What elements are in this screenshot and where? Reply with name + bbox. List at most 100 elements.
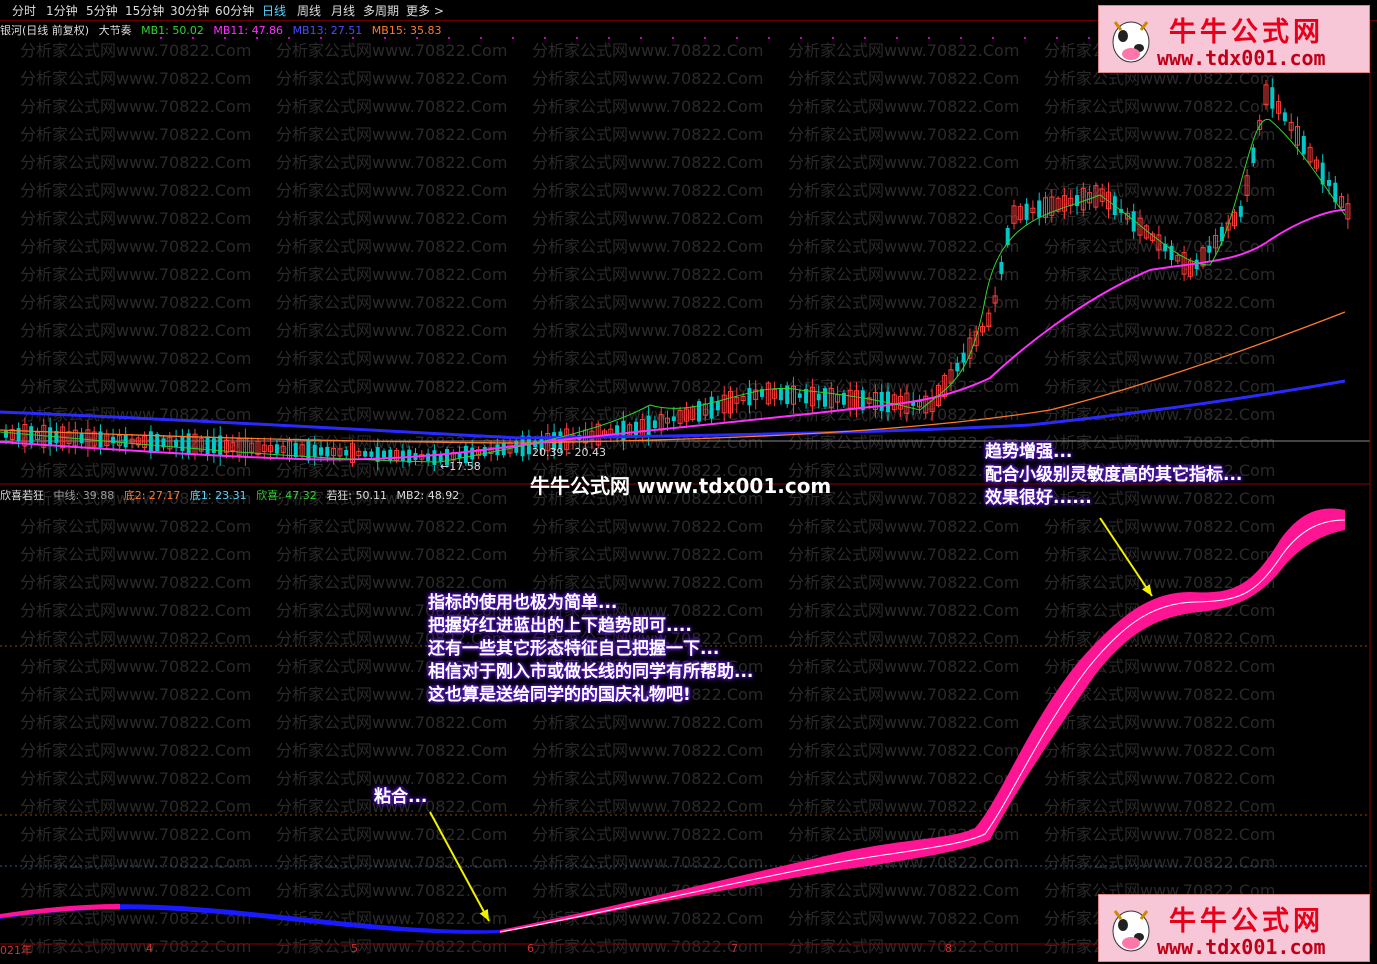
watermark-text: 分析家公式网www.70822.Com: [20, 657, 251, 676]
legend-di2: 底2: 27.17: [123, 489, 181, 502]
watermark-text: 分析家公式网www.70822.Com: [20, 181, 251, 200]
period-tab-60min[interactable]: 60分钟: [215, 2, 254, 19]
candle-down: [1238, 206, 1243, 217]
watermark-text: 分析家公式网www.70822.Com: [788, 153, 1019, 172]
watermark-text: 分析家公式网www.70822.Com: [788, 573, 1019, 592]
watermark-text: 分析家公式网www.70822.Com: [788, 237, 1019, 256]
legend-mb15: MB15: 35.83: [371, 24, 442, 37]
annotation-line: 把握好红进蓝出的上下趋势即可....: [428, 616, 692, 636]
watermark-text: 分析家公式网www.70822.Com: [20, 97, 251, 116]
marker-dot: [1056, 37, 1058, 39]
watermark-text: 分析家公式网www.70822.Com: [20, 769, 251, 788]
marker-dot: [512, 37, 514, 39]
legend-mb11: MB11: 47.86: [213, 24, 284, 37]
x-axis-label: 8: [945, 942, 952, 955]
watermark-text: 分析家公式网www.70822.Com: [20, 321, 251, 340]
watermark-text: 分析家公式网www.70822.Com: [20, 237, 251, 256]
watermark-text: 分析家公式网www.70822.Com: [532, 237, 763, 256]
candle-down: [432, 450, 437, 465]
candle-down: [325, 446, 330, 457]
watermark-text: 分析家公式网www.70822.Com: [788, 125, 1019, 144]
watermark-text: 分析家公式网www.70822.Com: [276, 237, 507, 256]
candle-down: [369, 451, 374, 457]
marker-dot: [704, 37, 706, 39]
watermark-text: 分析家公式网www.70822.Com: [20, 293, 251, 312]
period-tab-5min[interactable]: 5分钟: [86, 2, 118, 19]
candle-down: [306, 440, 311, 461]
watermark-text: 分析家公式网www.70822.Com: [532, 97, 763, 116]
price-range-label: 20.39 - 20.43: [532, 446, 606, 459]
marker-dot: [480, 37, 482, 39]
brand-url[interactable]: www.tdx001.com: [1157, 935, 1326, 959]
marker-dot: [448, 37, 450, 39]
annotation-line: 配合小级别灵敏度高的其它指标...: [985, 465, 1243, 485]
watermark-text: 分析家公式网www.70822.Com: [20, 461, 251, 480]
candle-down: [344, 450, 349, 456]
indicator-name[interactable]: 大节奏: [99, 24, 132, 37]
candle-down: [1075, 195, 1079, 207]
candle-down: [671, 416, 676, 422]
candle-down: [634, 421, 638, 437]
candle-down: [646, 415, 651, 437]
watermark-text: 分析家公式网www.70822.Com: [532, 741, 763, 760]
candle-down: [79, 433, 84, 444]
candle-down: [400, 450, 405, 462]
watermark-text: 分析家公式网www.70822.Com: [1044, 153, 1275, 172]
period-tab-daily[interactable]: 日线: [262, 2, 286, 19]
stock-title[interactable]: 银河(日线 前复权): [0, 24, 89, 37]
candle-down: [274, 444, 279, 454]
watermark-text: 分析家公式网www.70822.Com: [276, 209, 507, 228]
candle-down: [1270, 87, 1275, 109]
candle-down: [1251, 147, 1256, 164]
watermark-text: 分析家公式网www.70822.Com: [20, 685, 251, 704]
candle-down: [180, 436, 185, 452]
annotation-usage: 指标的使用也极为简单... 把握好红进蓝出的上下趋势即可.... 还有一些其它形…: [428, 592, 753, 707]
period-tab-monthly[interactable]: 月线: [331, 2, 355, 19]
candle-down: [155, 433, 160, 451]
watermark-text: 分析家公式网www.70822.Com: [1044, 769, 1275, 788]
legend-zhongxian: 中线: 39.88: [53, 489, 115, 502]
annotation-line: 趋势增强...: [985, 442, 1073, 462]
candle-down: [697, 401, 701, 422]
watermark-text: 分析家公式网www.70822.Com: [276, 405, 507, 424]
watermark-text: 分析家公式网www.70822.Com: [788, 517, 1019, 536]
watermark-text: 分析家公式网www.70822.Com: [532, 181, 763, 200]
annotation-trend: 趋势增强... 配合小级别灵敏度高的其它指标... 效果很好......: [985, 441, 1242, 510]
period-tab-30min[interactable]: 30分钟: [170, 2, 209, 19]
period-tab-15min[interactable]: 15分钟: [125, 2, 164, 19]
watermark-text: 分析家公式网www.70822.Com: [20, 69, 251, 88]
watermark-text: 分析家公式网www.70822.Com: [1044, 797, 1275, 816]
sub-indicator-name[interactable]: 欣喜若狂: [0, 489, 44, 502]
watermark-text: 分析家公式网www.70822.Com: [788, 685, 1019, 704]
candle-down: [319, 447, 323, 456]
candle-down: [999, 261, 1004, 275]
brand-name: 牛牛公式网: [1169, 17, 1324, 48]
watermark-text: 分析家公式网www.70822.Com: [276, 265, 507, 284]
watermark-text: 分析家公式网www.70822.Com: [276, 69, 507, 88]
watermark-text: 分析家公式网www.70822.Com: [788, 909, 1019, 928]
watermark-text: 分析家公式网www.70822.Com: [276, 825, 507, 844]
candle-down: [1024, 203, 1029, 220]
watermark-text: 分析家公式网www.70822.Com: [1044, 321, 1275, 340]
candle-down: [1037, 200, 1042, 218]
period-tab-more[interactable]: 更多 >: [406, 2, 444, 19]
watermark-text: 分析家公式网www.70822.Com: [788, 797, 1019, 816]
watermark-text: 分析家公式网www.70822.Com: [20, 629, 251, 648]
brand-name: 牛牛公式网: [1169, 906, 1324, 937]
period-tab-multi[interactable]: 多周期: [363, 2, 399, 19]
watermark-text: 分析家公式网www.70822.Com: [532, 517, 763, 536]
legend-mb2: MB2: 48.92: [396, 489, 460, 502]
watermark-text: 分析家公式网www.70822.Com: [1044, 517, 1275, 536]
candle-down: [218, 435, 223, 457]
watermark-text: 分析家公式网www.70822.Com: [532, 545, 763, 564]
candle-down: [778, 388, 783, 401]
watermark-text: 分析家公式网www.70822.Com: [20, 881, 251, 900]
brand-url[interactable]: www.tdx001.com: [1157, 46, 1326, 70]
watermark-text: 分析家公式网www.70822.Com: [532, 937, 763, 956]
period-tab-weekly[interactable]: 周线: [297, 2, 321, 19]
candle-down: [293, 443, 298, 458]
watermark-text: 分析家公式网www.70822.Com: [788, 769, 1019, 788]
watermark-text: 分析家公式网www.70822.Com: [532, 209, 763, 228]
period-tab-fenshi[interactable]: 分时: [12, 2, 36, 19]
period-tab-1min[interactable]: 1分钟: [46, 2, 78, 19]
